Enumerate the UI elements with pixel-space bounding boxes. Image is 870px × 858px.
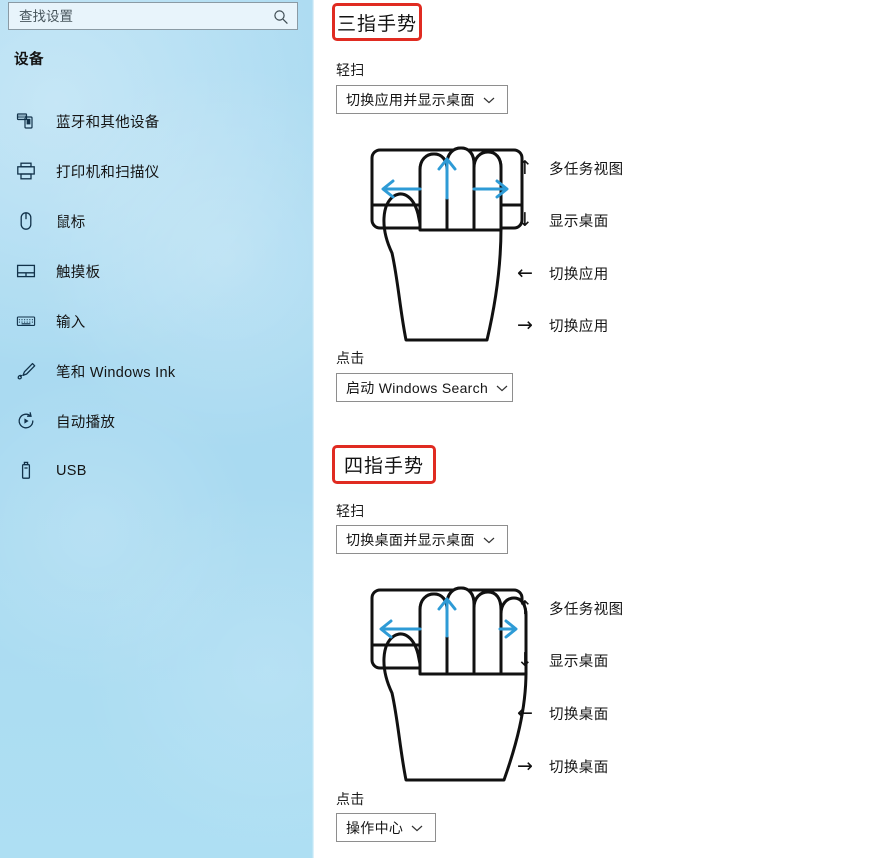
arrow-up-icon: ↑ — [517, 157, 533, 179]
gesture-label: 切换应用 — [549, 266, 609, 283]
gesture-label: 多任务视图 — [549, 601, 624, 618]
gesture-row: ↓ 显示桌面 — [514, 649, 609, 671]
usb-icon — [16, 459, 42, 483]
arrow-left-icon: ← — [517, 262, 533, 284]
sidebar-item-autoplay[interactable]: 自动播放 — [0, 396, 314, 446]
sidebar-nav: 蓝牙和其他设备 打印机和扫描仪 鼠标 触摸板 输入 笔和 Windows Ink… — [0, 96, 314, 496]
printer-icon — [16, 159, 42, 183]
search-input[interactable] — [19, 8, 254, 24]
settings-window: 设备 蓝牙和其他设备 — [0, 0, 870, 858]
arrow-right-icon: → — [517, 314, 533, 336]
sidebar-item-mouse[interactable]: 鼠标 — [0, 196, 314, 246]
three-finger-tap-label: 点击 — [336, 350, 365, 366]
sidebar-item-label: 输入 — [56, 314, 86, 331]
arrow-up-icon: ↑ — [517, 597, 533, 619]
content-pane: 三指手势 轻扫 切换应用并显示桌面 ↑ 多任务视图 ↓ 显示桌面 ← 切换应用 … — [314, 0, 870, 858]
sidebar-item-touchpad[interactable]: 触摸板 — [0, 246, 314, 296]
bluetooth-device-icon — [16, 109, 42, 133]
sidebar-item-usb[interactable]: USB — [0, 446, 314, 496]
sidebar-item-bluetooth[interactable]: 蓝牙和其他设备 — [0, 96, 314, 146]
gesture-row: ↑ 多任务视图 — [514, 157, 624, 179]
search-icon[interactable] — [273, 9, 289, 25]
gesture-row: ← 切换应用 — [514, 262, 609, 284]
gesture-label: 切换应用 — [549, 318, 609, 335]
keyboard-icon — [16, 309, 42, 333]
pen-icon — [16, 359, 42, 383]
sidebar-item-label: USB — [56, 463, 87, 479]
sidebar-item-label: 打印机和扫描仪 — [56, 164, 160, 181]
gesture-label: 显示桌面 — [549, 213, 609, 230]
arrow-right-icon: → — [517, 755, 533, 777]
sidebar: 设备 蓝牙和其他设备 — [0, 0, 314, 858]
gesture-row: → 切换桌面 — [514, 755, 609, 777]
chevron-down-icon — [496, 384, 508, 392]
gesture-label: 切换桌面 — [549, 706, 609, 723]
sidebar-item-label: 鼠标 — [56, 214, 86, 231]
sidebar-item-pen[interactable]: 笔和 Windows Ink — [0, 346, 314, 396]
gesture-row: → 切换应用 — [514, 314, 609, 336]
gesture-row: ↓ 显示桌面 — [514, 209, 609, 231]
four-finger-tap-dropdown[interactable]: 操作中心 — [336, 813, 436, 842]
sidebar-item-label: 触摸板 — [56, 264, 101, 281]
gesture-row: ↑ 多任务视图 — [514, 597, 624, 619]
four-finger-touchpad-illustration — [354, 458, 544, 803]
chevron-down-icon — [411, 824, 423, 832]
three-finger-tap-dropdown[interactable]: 启动 Windows Search — [336, 373, 513, 402]
sidebar-item-printers[interactable]: 打印机和扫描仪 — [0, 146, 314, 196]
sidebar-item-label: 蓝牙和其他设备 — [56, 114, 160, 131]
gesture-label: 显示桌面 — [549, 653, 609, 670]
three-finger-tap-value: 启动 Windows Search — [346, 379, 489, 396]
three-finger-touchpad-illustration — [354, 18, 544, 363]
gesture-row: ← 切换桌面 — [514, 702, 609, 724]
sidebar-header: 设备 — [14, 52, 44, 68]
search-box[interactable] — [8, 2, 298, 30]
autoplay-icon — [16, 409, 42, 433]
four-finger-tap-label: 点击 — [336, 791, 365, 807]
four-finger-tap-value: 操作中心 — [346, 819, 404, 836]
sidebar-item-label: 自动播放 — [56, 414, 116, 431]
arrow-left-icon: ← — [517, 702, 533, 724]
sidebar-item-label: 笔和 Windows Ink — [56, 364, 176, 381]
sidebar-item-typing[interactable]: 输入 — [0, 296, 314, 346]
mouse-icon — [16, 209, 42, 233]
arrow-down-icon: ↓ — [517, 649, 533, 671]
touchpad-icon — [16, 259, 42, 283]
arrow-down-icon: ↓ — [517, 209, 533, 231]
gesture-label: 切换桌面 — [549, 759, 609, 776]
gesture-label: 多任务视图 — [549, 161, 624, 178]
